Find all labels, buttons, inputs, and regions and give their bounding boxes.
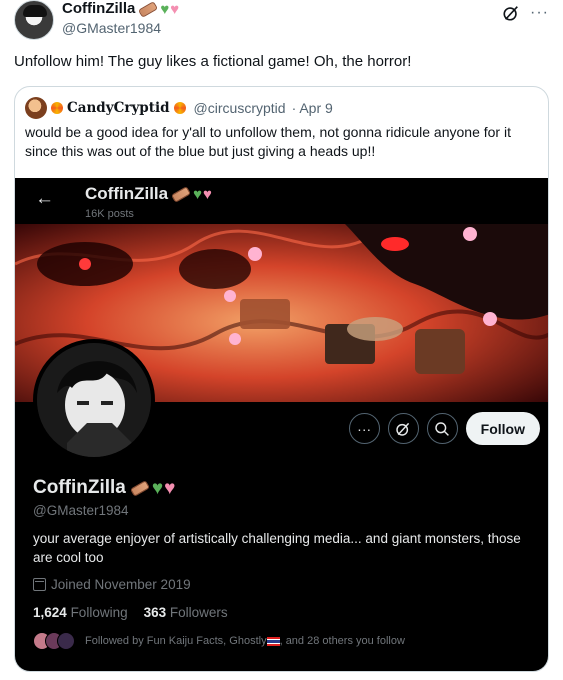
profile-action-buttons: ··· Follow: [348, 412, 540, 445]
pink-heart-icon: ♥: [203, 185, 212, 203]
quote-author-name[interactable]: CandyCryptid: [67, 100, 170, 116]
quote-author-handle[interactable]: @circuscryptid: [194, 100, 286, 116]
following-label: Following: [70, 605, 128, 620]
grok-button[interactable]: [387, 413, 419, 444]
search-icon: [435, 421, 450, 436]
lollipop-icon: [51, 102, 63, 114]
followers-label: Followers: [169, 605, 228, 620]
avatar: [57, 632, 75, 650]
profile-stats: 1,624 Following 363 Followers: [33, 605, 228, 620]
name-emojis: ♥ ♥: [138, 0, 180, 18]
lollipop-icon: [173, 102, 186, 114]
profile-avatar-art: [37, 343, 151, 457]
profile-top-bar: ← CoffinZilla ♥ ♥ 16K posts: [15, 178, 548, 224]
profile-screenshot: ← CoffinZilla ♥ ♥ 16K posts ··· Follow C…: [15, 178, 548, 671]
name-emojis: ♥ ♥: [129, 477, 176, 499]
followed-by-text: Followed by Fun Kaiju Facts, Ghostly , an…: [85, 635, 405, 647]
avatar[interactable]: [14, 0, 54, 40]
more-icon[interactable]: ···: [530, 5, 549, 21]
author-display-name[interactable]: CoffinZilla: [62, 0, 135, 18]
follow-button[interactable]: Follow: [465, 412, 540, 445]
coffin-icon: [138, 0, 159, 18]
profile-joined: Joined November 2019: [33, 577, 191, 592]
quote-date[interactable]: · Apr 9: [292, 100, 333, 116]
author-name-row: CoffinZilla ♥ ♥: [62, 0, 179, 18]
search-button[interactable]: [426, 413, 458, 444]
followers-stat[interactable]: 363 Followers: [144, 605, 228, 620]
profile-handle: @GMaster1984: [33, 503, 129, 518]
profile-display-name: CoffinZilla: [33, 477, 126, 498]
quote-text: would be a good idea for y'all to unfoll…: [25, 124, 511, 159]
green-heart-icon: ♥: [151, 477, 164, 499]
profile-header-name: CoffinZilla: [85, 184, 169, 203]
back-arrow-icon: ←: [35, 188, 54, 209]
flag-icon: [266, 636, 280, 646]
followed-by[interactable]: Followed by Fun Kaiju Facts, Ghostly , an…: [33, 632, 405, 650]
tweet-text: Unfollow him! The guy likes a fictional …: [14, 53, 412, 70]
green-heart-icon: ♥: [193, 185, 203, 203]
pink-heart-icon: ♥: [170, 0, 180, 18]
profile-avatar[interactable]: [33, 339, 155, 461]
calendar-icon: [33, 578, 46, 591]
profile-header-name-row: CoffinZilla ♥ ♥: [85, 184, 212, 204]
grok-icon: [396, 422, 410, 436]
profile-name-row: CoffinZilla ♥ ♥: [33, 477, 175, 499]
profile-post-count: 16K posts: [85, 208, 134, 220]
quote-avatar[interactable]: [25, 97, 47, 119]
following-count: 1,624: [33, 605, 67, 620]
coffin-icon: [129, 479, 150, 497]
tweet-actions: ···: [502, 4, 549, 22]
joined-date: Joined November 2019: [51, 577, 191, 592]
followers-count: 363: [143, 605, 167, 620]
more-icon: ···: [357, 420, 372, 437]
coffin-icon: [171, 185, 192, 203]
followed-by-names: Followed by Fun Kaiju Facts, Ghostly: [85, 635, 267, 647]
grok-icon[interactable]: [502, 4, 520, 22]
more-options-button[interactable]: ···: [348, 413, 380, 444]
following-stat[interactable]: 1,624 Following: [33, 605, 128, 620]
followed-by-suffix: , and 28 others you follow: [279, 635, 405, 647]
pink-heart-icon: ♥: [164, 477, 176, 499]
author-handle[interactable]: @GMaster1984: [62, 19, 161, 37]
follower-avatars: [33, 632, 75, 650]
name-emojis: ♥ ♥: [171, 185, 212, 203]
quote-header: CandyCryptid @circuscryptid · Apr 9: [25, 97, 333, 119]
green-heart-icon: ♥: [160, 0, 170, 18]
quoted-tweet[interactable]: CandyCryptid @circuscryptid · Apr 9 woul…: [14, 86, 549, 672]
tweet-header: CoffinZilla ♥ ♥ @GMaster1984 ···: [14, 0, 549, 46]
profile-bio: your average enjoyer of artistically cha…: [33, 531, 521, 565]
